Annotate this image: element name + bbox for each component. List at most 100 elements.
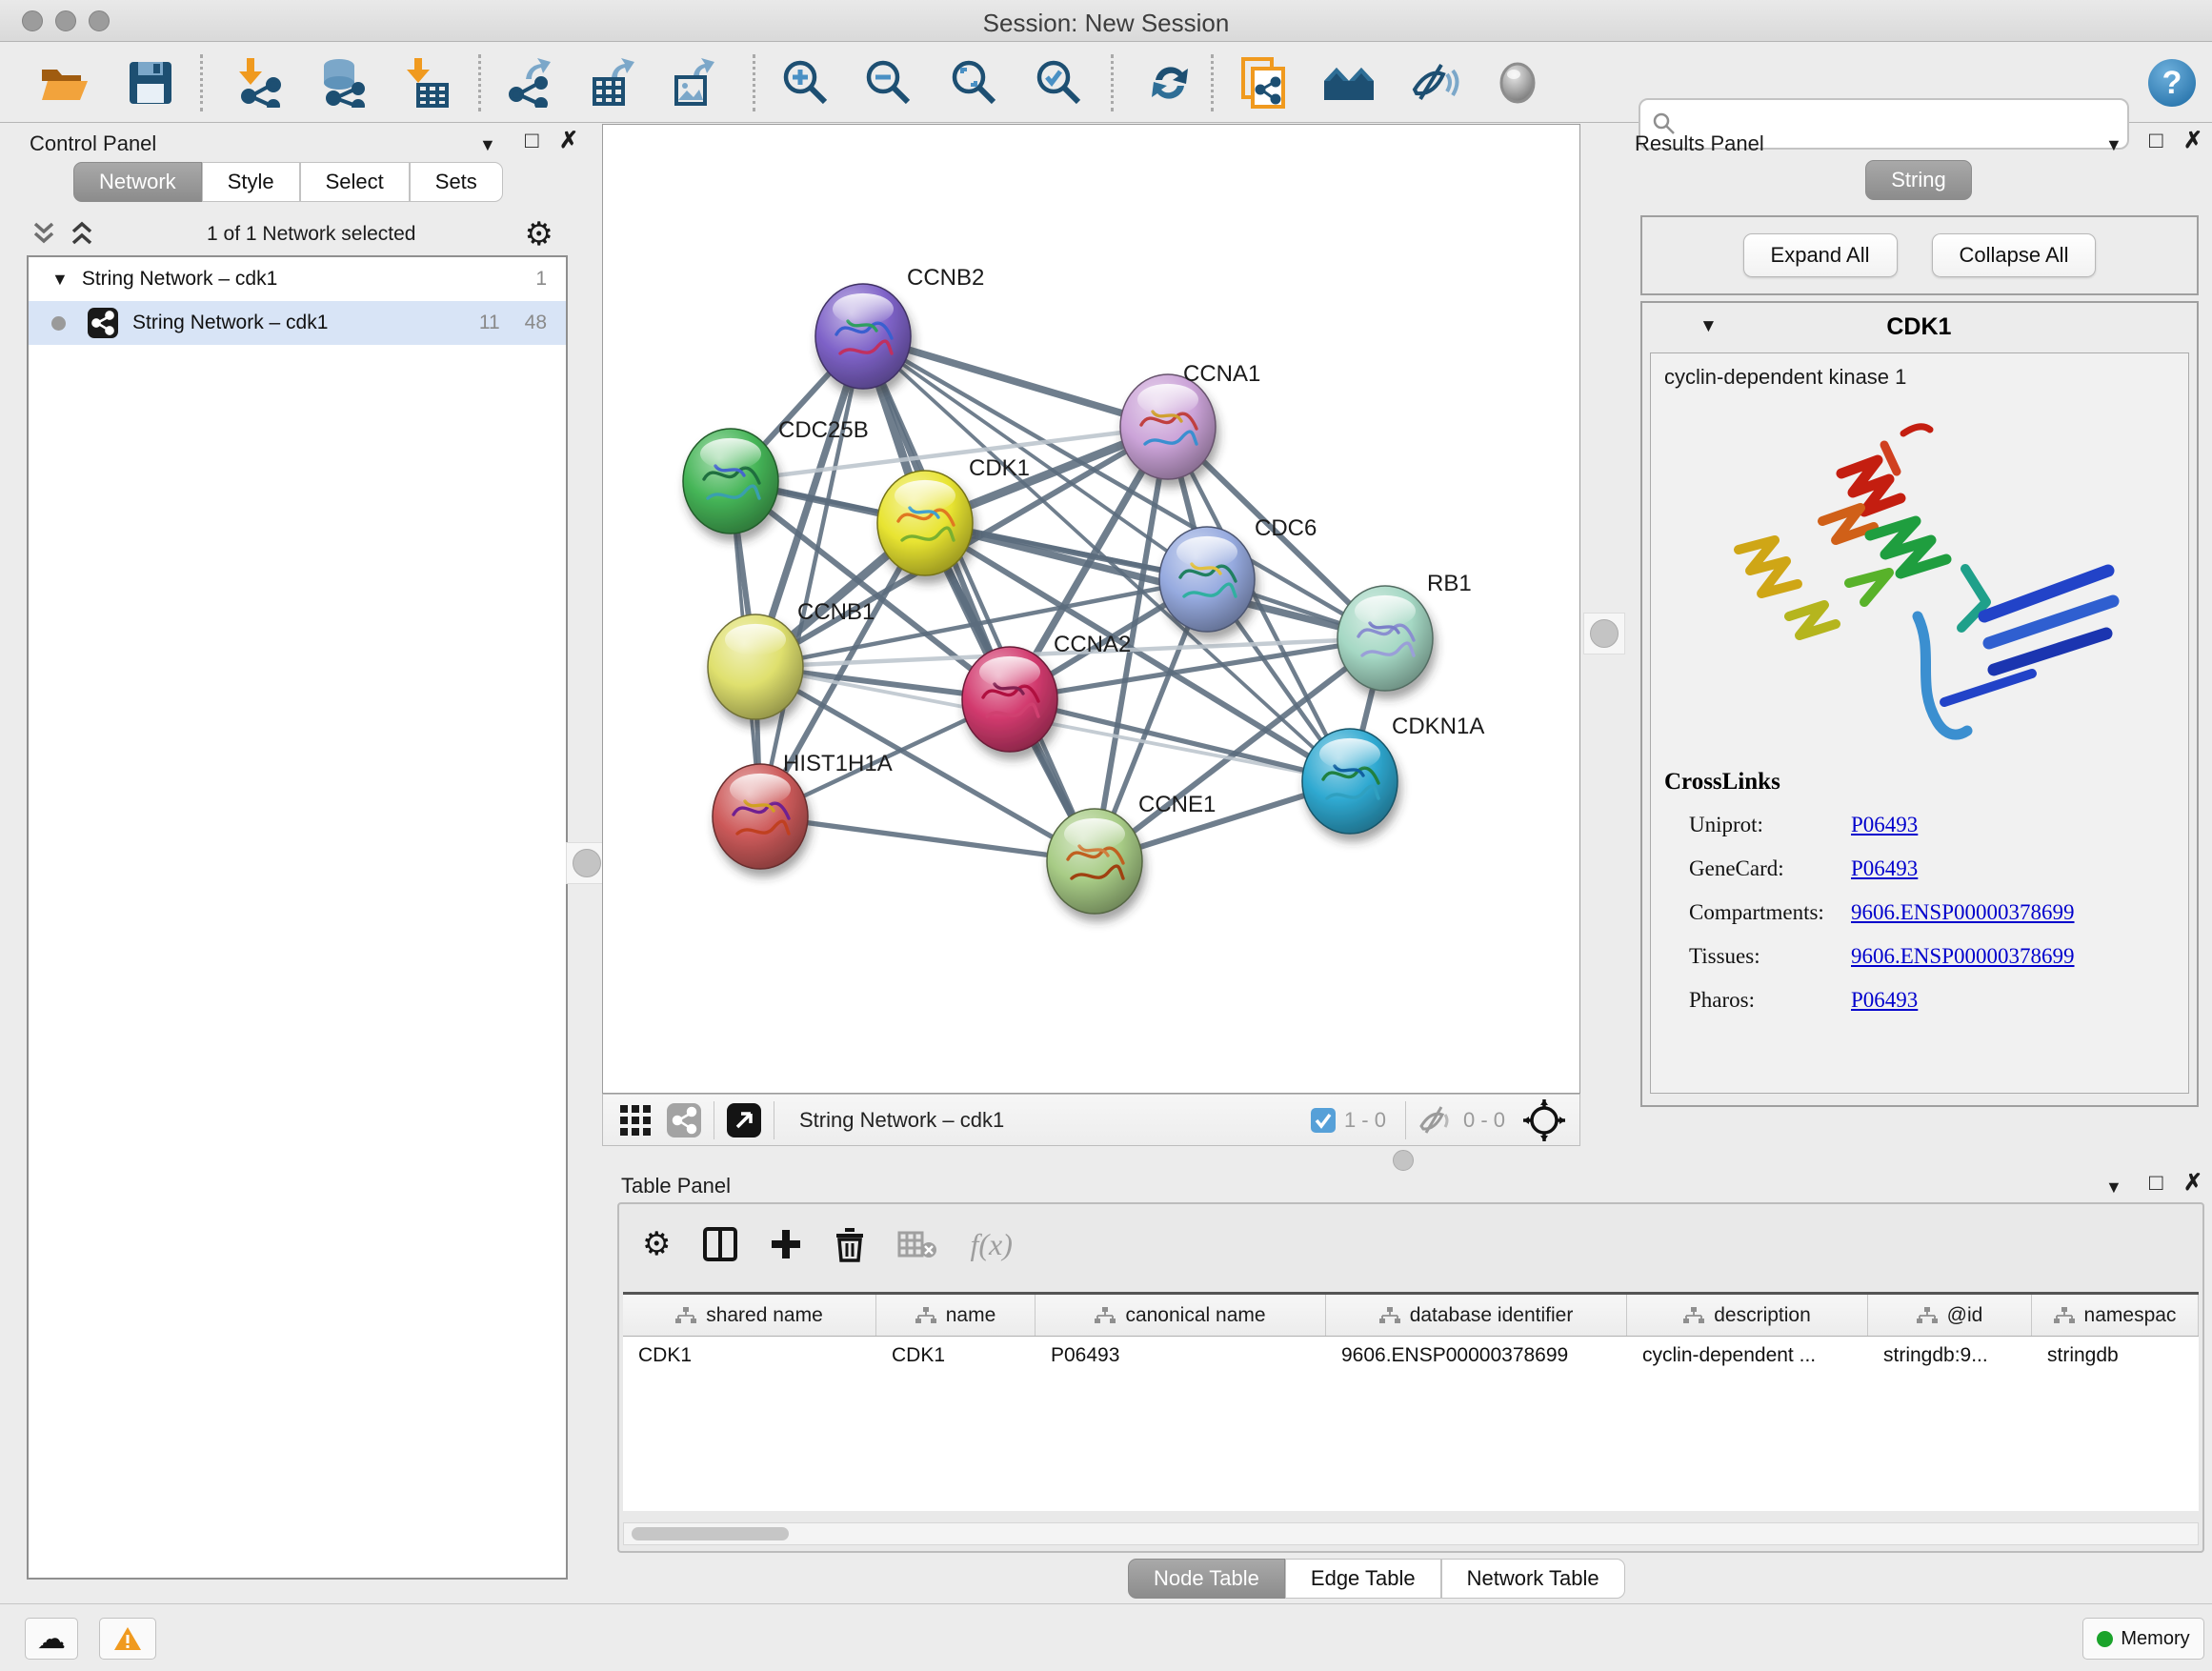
export-table-button[interactable]	[587, 56, 640, 110]
import-network-from-database-button[interactable]	[316, 56, 370, 110]
close-panel-icon[interactable]: ✗	[559, 130, 578, 152]
crosslink-link[interactable]: P06493	[1851, 813, 1918, 837]
edge-CCNB2-HIST1H1A[interactable]	[760, 336, 863, 816]
table-cell[interactable]: CDK1	[623, 1337, 876, 1377]
maximize-panel-icon[interactable]: □	[2149, 130, 2163, 152]
node-CDKN1A[interactable]: CDKN1A	[1302, 714, 1484, 834]
table-cell[interactable]: P06493	[1036, 1337, 1326, 1377]
column-header-name[interactable]: name	[876, 1295, 1036, 1336]
tab-style[interactable]: Style	[202, 162, 300, 202]
node-HIST1H1A[interactable]: HIST1H1A	[713, 751, 893, 869]
results-panel-title: Results Panel	[1635, 131, 1764, 156]
maximize-panel-icon[interactable]: □	[2149, 1172, 2163, 1195]
table-tab-node-table[interactable]: Node Table	[1128, 1559, 1285, 1599]
node-RB1[interactable]: RB1	[1337, 571, 1472, 691]
export-image-button[interactable]	[667, 56, 720, 110]
node-CDK1[interactable]: CDK1	[877, 455, 1030, 575]
crosslink-link[interactable]: 9606.ENSP00000378699	[1851, 944, 2075, 969]
cloud-status-button[interactable]: ☁	[25, 1618, 78, 1660]
memory-button[interactable]: Memory	[2082, 1618, 2204, 1660]
card-expander-icon[interactable]: ▼	[1699, 316, 1718, 337]
column-header--id[interactable]: @id	[1868, 1295, 2032, 1336]
crosslink-label: Pharos:	[1664, 988, 1851, 1013]
import-network-from-file-button[interactable]	[232, 56, 286, 110]
network-graph[interactable]: CCNB2CCNA1CDC25BCDK1CDC6RB1CCNB1CCNA2CDK…	[603, 125, 1579, 1093]
scrollbar-thumb[interactable]	[632, 1527, 789, 1540]
column-header-database-identifier[interactable]: database identifier	[1326, 1295, 1627, 1336]
edge-HIST1H1A-CCNE1[interactable]	[760, 816, 1095, 861]
close-panel-icon[interactable]: ✗	[2183, 1172, 2202, 1195]
home-button[interactable]	[1322, 56, 1376, 110]
grid-view-icon[interactable]	[618, 1103, 653, 1137]
right-splitter-handle[interactable]	[1583, 613, 1625, 654]
network-canvas[interactable]: CCNB2CCNA1CDC25BCDK1CDC6RB1CCNB1CCNA2CDK…	[602, 124, 1580, 1094]
table-cell[interactable]: cyclin-dependent ...	[1627, 1337, 1868, 1377]
crosslink-link[interactable]: P06493	[1851, 856, 1918, 881]
tab-network[interactable]: Network	[73, 162, 202, 202]
function-builder-icon[interactable]: f(x)	[970, 1227, 1012, 1262]
open-in-window-icon[interactable]	[726, 1102, 762, 1138]
zoom-fit-button[interactable]	[947, 56, 1000, 110]
protein-structure-image	[1689, 407, 2146, 759]
refresh-button[interactable]	[1143, 56, 1196, 110]
float-panel-icon[interactable]: ▼	[2105, 133, 2122, 156]
import-table-from-file-button[interactable]	[400, 56, 453, 110]
column-header-canonical-name[interactable]: canonical name	[1036, 1295, 1326, 1336]
crosslink-link[interactable]: 9606.ENSP00000378699	[1851, 900, 2075, 925]
delete-table-icon[interactable]	[897, 1229, 937, 1259]
table-row[interactable]: CDK1CDK1P064939606.ENSP00000378699cyclin…	[623, 1337, 2199, 1377]
table-tab-edge-table[interactable]: Edge Table	[1285, 1559, 1441, 1599]
network-collection-row[interactable]: ▼ String Network – cdk1 1	[29, 257, 566, 301]
title-bar: Session: New Session	[0, 0, 2212, 42]
zoom-in-button[interactable]	[778, 56, 832, 110]
results-tab-string[interactable]: String	[1865, 160, 1971, 200]
table-cell[interactable]: CDK1	[876, 1337, 1036, 1377]
export-network-button[interactable]	[503, 56, 556, 110]
node-label-CCNA1: CCNA1	[1183, 361, 1260, 387]
eye-button[interactable]	[1491, 56, 1544, 110]
network-from-clipboard-button[interactable]	[1237, 56, 1290, 110]
table-horizontal-scrollbar[interactable]	[623, 1522, 2199, 1545]
table-cell[interactable]: 9606.ENSP00000378699	[1326, 1337, 1627, 1377]
help-button[interactable]: ?	[2145, 56, 2199, 110]
delete-column-icon[interactable]	[835, 1226, 865, 1262]
network-share-icon[interactable]	[666, 1102, 702, 1138]
open-session-button[interactable]	[38, 56, 91, 110]
network-options-gear-icon[interactable]: ⚙	[525, 215, 553, 253]
collapse-all-icon[interactable]	[28, 220, 60, 249]
zoom-out-button[interactable]	[861, 56, 915, 110]
edge-CCNB2-CCNE1[interactable]	[863, 336, 1095, 861]
birdseye-view-icon[interactable]	[1522, 1098, 1566, 1142]
show-columns-icon[interactable]	[703, 1227, 737, 1261]
collection-expander-icon[interactable]: ▼	[51, 270, 69, 290]
protein-card-header[interactable]: ▼ CDK1	[1642, 303, 2197, 351]
float-panel-icon[interactable]: ▼	[479, 133, 496, 156]
hidden-eye-icon[interactable]	[1418, 1105, 1456, 1136]
table-options-gear-icon[interactable]: ⚙	[642, 1225, 671, 1263]
hide-panels-button[interactable]	[1408, 56, 1461, 110]
crosslink-link[interactable]: P06493	[1851, 988, 1918, 1013]
table-cell[interactable]: stringdb:9...	[1868, 1337, 2032, 1377]
maximize-panel-icon[interactable]: □	[525, 130, 539, 152]
close-panel-icon[interactable]: ✗	[2183, 130, 2202, 152]
warnings-button[interactable]	[99, 1618, 156, 1660]
selected-checkbox-icon[interactable]	[1310, 1107, 1337, 1134]
save-session-button[interactable]	[124, 56, 177, 110]
node-CCNA1[interactable]: CCNA1	[1120, 361, 1260, 479]
column-header-shared-name[interactable]: shared name	[623, 1295, 876, 1336]
node-CCNB2[interactable]: CCNB2	[815, 265, 984, 389]
collapse-all-button[interactable]: Collapse All	[1932, 233, 2097, 277]
network-row[interactable]: String Network – cdk1 11 48	[29, 301, 566, 345]
tab-sets[interactable]: Sets	[410, 162, 503, 202]
expand-all-button[interactable]: Expand All	[1743, 233, 1898, 277]
add-column-icon[interactable]	[770, 1228, 802, 1260]
expand-all-icon[interactable]	[66, 220, 98, 249]
column-header-description[interactable]: description	[1627, 1295, 1868, 1336]
zoom-selected-button[interactable]	[1032, 56, 1085, 110]
float-panel-icon[interactable]: ▼	[2105, 1176, 2122, 1198]
table-cell[interactable]: stringdb	[2032, 1337, 2199, 1377]
table-tab-network-table[interactable]: Network Table	[1441, 1559, 1625, 1599]
tab-select[interactable]: Select	[300, 162, 410, 202]
crosslink-row: GeneCard:P06493	[1664, 847, 2075, 891]
column-header-namespac[interactable]: namespac	[2032, 1295, 2199, 1336]
